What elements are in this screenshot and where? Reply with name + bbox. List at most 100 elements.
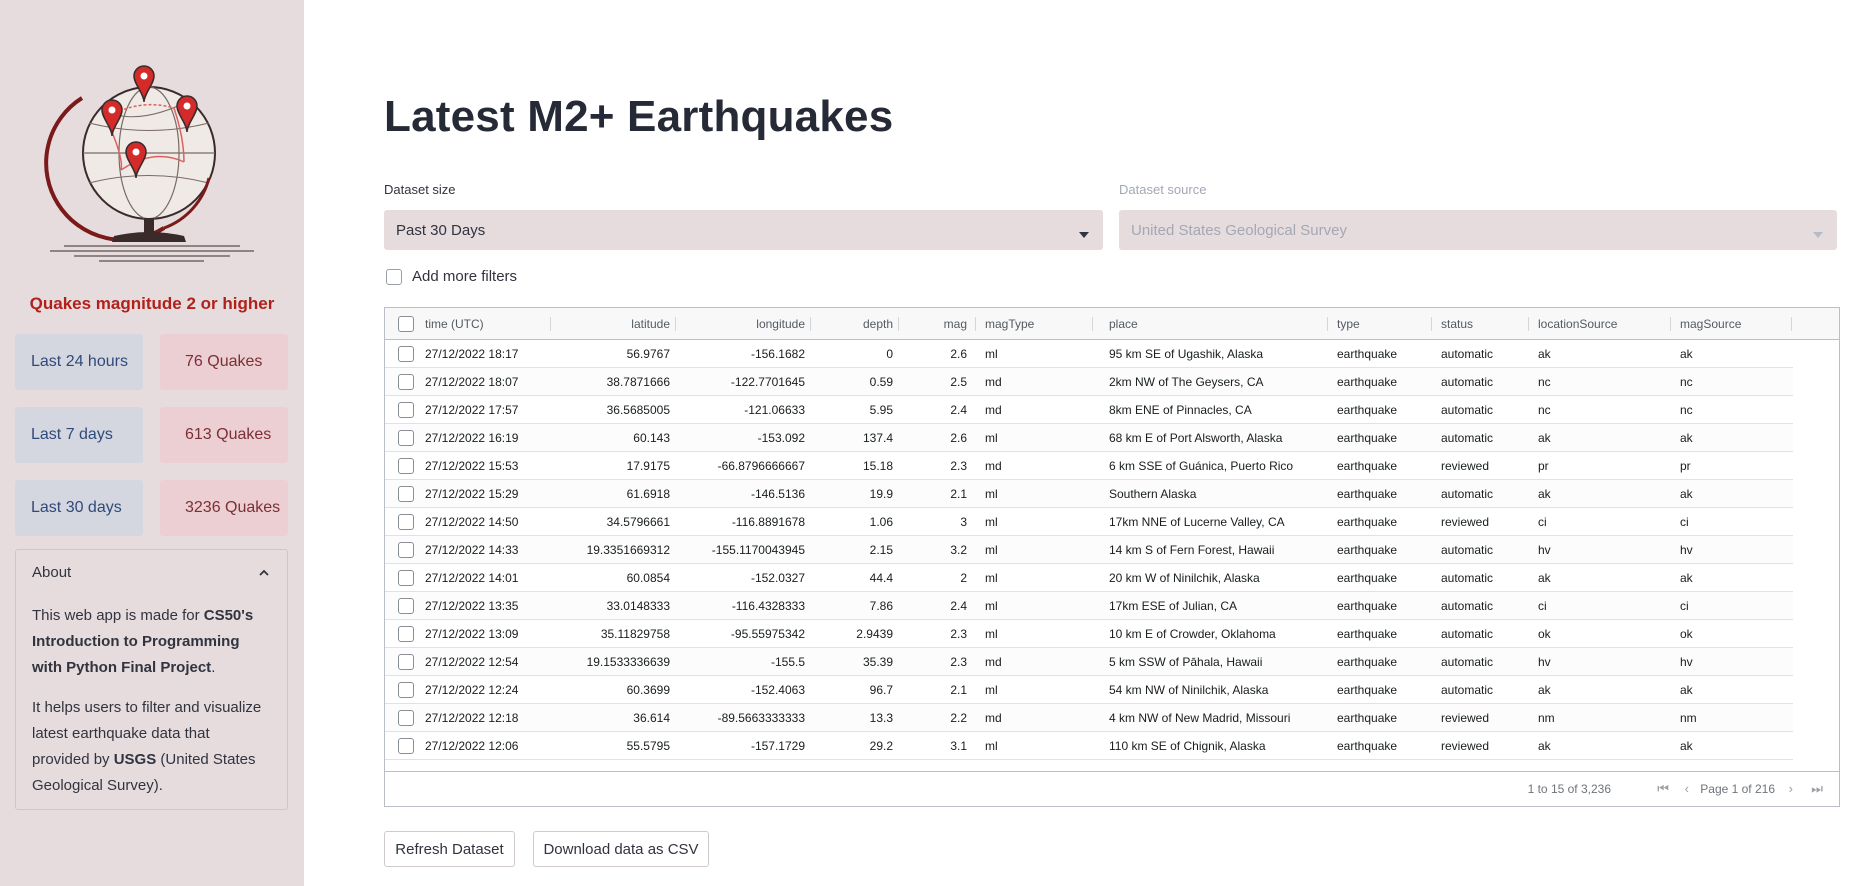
cell-latitude: 36.5685005 xyxy=(606,403,670,417)
table-row[interactable]: 27/12/2022 15:29 61.6918 -146.5136 19.9 2.1 m… xyxy=(385,480,1793,508)
table-row[interactable]: 27/12/2022 14:01 60.0854 -152.0327 44.4 2 ml 2… xyxy=(385,564,1793,592)
table-row[interactable]: 27/12/2022 13:09 35.11829758 -95.55975342 2… xyxy=(385,620,1793,648)
table-row[interactable]: 27/12/2022 12:24 60.3699 -152.4063 96.7 2.1 m… xyxy=(385,676,1793,704)
cell-depth: 0 xyxy=(886,347,893,361)
row-checkbox[interactable] xyxy=(398,682,414,698)
column-resize-handle[interactable] xyxy=(1670,317,1671,331)
last-30-days-button[interactable]: Last 30 days xyxy=(15,480,143,536)
row-checkbox[interactable] xyxy=(398,654,414,670)
row-checkbox[interactable] xyxy=(398,710,414,726)
row-checkbox[interactable] xyxy=(398,458,414,474)
row-checkbox[interactable] xyxy=(398,626,414,642)
row-checkbox[interactable] xyxy=(398,402,414,418)
table-row[interactable]: 27/12/2022 17:57 36.5685005 -121.06633 5.95… xyxy=(385,396,1793,424)
cell-longitude: -146.5136 xyxy=(750,487,805,501)
add-filters-checkbox-row[interactable]: Add more filters xyxy=(386,268,517,285)
add-filters-checkbox[interactable] xyxy=(386,268,402,285)
table-row[interactable]: 27/12/2022 13:35 33.0148333 -116.4328333 7.… xyxy=(385,592,1793,620)
column-resize-handle[interactable] xyxy=(1431,317,1432,331)
row-checkbox[interactable] xyxy=(398,514,414,530)
column-resize-handle[interactable] xyxy=(675,317,676,331)
column-header-magsource[interactable]: magSource xyxy=(1680,308,1790,340)
cell-depth: 137.4 xyxy=(862,431,893,445)
column-resize-handle[interactable] xyxy=(1092,317,1093,331)
table-row[interactable]: 27/12/2022 15:53 17.9175 -66.8796666667 15.… xyxy=(385,452,1793,480)
column-resize-handle[interactable] xyxy=(898,317,899,331)
about-header[interactable]: About xyxy=(32,564,271,581)
column-header-latitude[interactable]: latitude xyxy=(550,308,670,340)
column-resize-handle[interactable] xyxy=(810,317,811,331)
row-checkbox[interactable] xyxy=(398,570,414,586)
column-resize-handle[interactable] xyxy=(975,317,976,331)
first-page-icon[interactable]: ⏮ xyxy=(1657,781,1669,797)
column-resize-handle[interactable] xyxy=(550,317,551,331)
column-resize-handle[interactable] xyxy=(1327,317,1328,331)
chevron-up-icon[interactable] xyxy=(257,566,271,580)
cell-latitude: 33.0148333 xyxy=(606,599,670,613)
last-7-days-button[interactable]: Last 7 days xyxy=(15,407,143,463)
column-header-longitude[interactable]: longitude xyxy=(675,308,805,340)
row-checkbox[interactable] xyxy=(398,430,414,446)
table-row[interactable]: 27/12/2022 14:50 34.5796661 -116.8891678 1.… xyxy=(385,508,1793,536)
last-page-icon[interactable]: ⏭ xyxy=(1811,781,1823,797)
cell-depth: 44.4 xyxy=(869,571,893,585)
cell-status: automatic xyxy=(1441,599,1494,613)
row-checkbox[interactable] xyxy=(398,374,414,390)
cell-locationsource: ak xyxy=(1538,347,1551,361)
table-row[interactable]: 27/12/2022 12:06 55.5795 -157.1729 29.2 3.1 m… xyxy=(385,732,1793,760)
cell-longitude: -122.7701645 xyxy=(730,375,805,389)
column-header-magtype[interactable]: magType xyxy=(985,308,1085,340)
column-header-type[interactable]: type xyxy=(1337,308,1437,340)
table-row[interactable]: 27/12/2022 16:19 60.143 -153.092 137.4 2.6 ml… xyxy=(385,424,1793,452)
cell-type: earthquake xyxy=(1337,711,1398,725)
cell-time-utc: 27/12/2022 13:09 xyxy=(425,627,519,641)
table-row[interactable]: 27/12/2022 14:33 19.3351669312 -155.117004… xyxy=(385,536,1793,564)
cell-magtype: ml xyxy=(985,431,998,445)
cell-time-utc: 27/12/2022 18:07 xyxy=(425,375,519,389)
column-header-mag[interactable]: mag xyxy=(898,308,967,340)
row-checkbox[interactable] xyxy=(398,542,414,558)
cell-latitude: 61.6918 xyxy=(626,487,670,501)
about-p1-suffix: . xyxy=(211,659,216,676)
row-checkbox[interactable] xyxy=(398,486,414,502)
prev-page-icon[interactable]: ‹ xyxy=(1685,781,1689,796)
cell-magsource: ak xyxy=(1680,683,1693,697)
dataset-size-select[interactable]: Past 30 Days xyxy=(384,210,1103,250)
cell-magsource: ak xyxy=(1680,487,1693,501)
cell-place: 110 km SE of Chignik, Alaska xyxy=(1109,739,1266,753)
cell-type: earthquake xyxy=(1337,403,1398,417)
cell-latitude: 34.5796661 xyxy=(606,515,670,529)
cell-depth: 13.3 xyxy=(869,711,893,725)
table-row[interactable]: 27/12/2022 12:18 36.614 -89.5663333333 13.3… xyxy=(385,704,1793,732)
row-checkbox[interactable] xyxy=(398,346,414,362)
cell-type: earthquake xyxy=(1337,655,1398,669)
column-header-locationsource[interactable]: locationSource xyxy=(1538,308,1676,340)
cell-status: automatic xyxy=(1441,627,1494,641)
row-checkbox[interactable] xyxy=(398,738,414,754)
table-row[interactable]: 27/12/2022 18:17 56.9767 -156.1682 0 2.6 ml 95… xyxy=(385,340,1793,368)
cell-mag: 2.5 xyxy=(950,375,967,389)
cell-status: automatic xyxy=(1441,431,1494,445)
column-header-depth[interactable]: depth xyxy=(810,308,893,340)
cell-depth: 1.06 xyxy=(869,515,893,529)
cell-type: earthquake xyxy=(1337,543,1398,557)
cell-locationsource: nm xyxy=(1538,711,1555,725)
cell-status: automatic xyxy=(1441,487,1494,501)
cell-mag: 2.3 xyxy=(950,459,967,473)
column-resize-handle[interactable] xyxy=(1528,317,1529,331)
table-row[interactable]: 27/12/2022 12:54 19.1533336639 -155.5 35.39… xyxy=(385,648,1793,676)
next-page-icon[interactable]: › xyxy=(1789,781,1793,796)
column-header-status[interactable]: status xyxy=(1441,308,1534,340)
download-csv-button[interactable]: Download data as CSV xyxy=(533,831,709,867)
cell-place: 17km NNE of Lucerne Valley, CA xyxy=(1109,515,1285,529)
last-24-hours-button[interactable]: Last 24 hours xyxy=(15,334,143,390)
row-checkbox[interactable] xyxy=(398,598,414,614)
table-row[interactable]: 27/12/2022 18:07 38.7871666 -122.7701645 0.… xyxy=(385,368,1793,396)
refresh-dataset-button[interactable]: Refresh Dataset xyxy=(384,831,515,867)
column-header-place[interactable]: place xyxy=(1109,308,1334,340)
select-all-checkbox[interactable] xyxy=(398,316,414,332)
column-resize-handle[interactable] xyxy=(1791,317,1792,331)
column-header-time-utc[interactable]: time (UTC) xyxy=(425,308,545,340)
cell-time-utc: 27/12/2022 14:01 xyxy=(425,571,519,585)
cell-time-utc: 27/12/2022 12:06 xyxy=(425,739,519,753)
